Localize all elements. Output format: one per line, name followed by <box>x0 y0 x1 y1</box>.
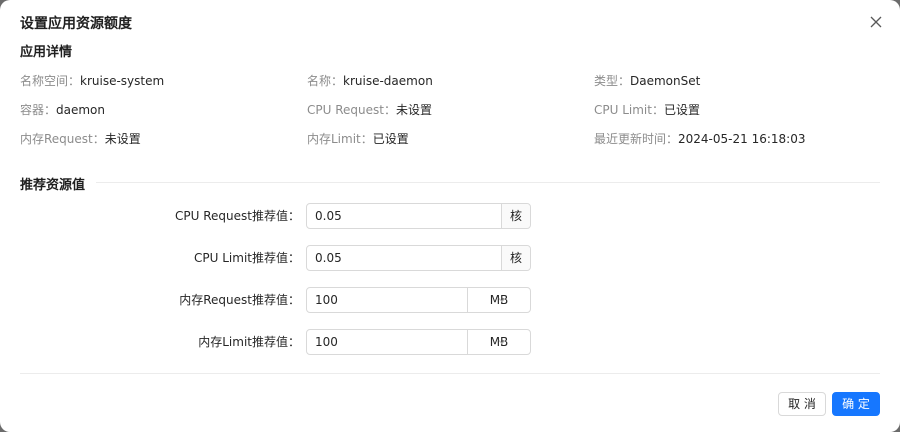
details-section-title: 应用详情 <box>20 45 73 60</box>
memory-limit-recommend-label: 内存Limit推荐值： <box>198 335 300 349</box>
namespace-label: 名称空间： <box>20 74 81 88</box>
footer-divider <box>20 373 880 374</box>
container-label: 容器： <box>20 103 57 117</box>
cpu-request-label: CPU Request： <box>307 103 396 117</box>
details-row: 容器：daemon CPU Request：未设置 CPU Limit：已设置 <box>20 101 880 130</box>
chevron-down-icon <box>498 298 506 303</box>
cancel-button[interactable]: 取 消 <box>778 392 826 416</box>
memory-request-form-row: 内存Request推荐值： MB <box>0 287 900 313</box>
memory-limit-info: 内存Limit：已设置 <box>307 130 409 148</box>
cpu-request-recommend-field: 核 <box>306 203 531 229</box>
dialog-title: 设置应用资源额度 <box>20 16 132 32</box>
cpu-limit-unit-addon: 核 <box>501 246 530 270</box>
type-info: 类型：DaemonSet <box>594 72 700 90</box>
details-grid: 名称空间：kruise-system 名称：kruise-daemon 类型：D… <box>20 72 880 159</box>
cpu-request-form-row: CPU Request推荐值： 核 <box>0 203 900 229</box>
chevron-down-icon <box>498 340 506 345</box>
section-divider <box>96 182 880 183</box>
cpu-limit-form-row: CPU Limit推荐值： 核 <box>0 245 900 271</box>
close-icon[interactable] <box>866 12 886 32</box>
last-updated-info: 最近更新时间：2024-05-21 16:18:03 <box>594 130 805 148</box>
details-row: 内存Request：未设置 内存Limit：已设置 最近更新时间：2024-05… <box>20 130 880 159</box>
name-label: 名称： <box>307 74 344 88</box>
memory-limit-recommend-field: MB <box>306 329 531 355</box>
memory-limit-unit-select[interactable]: MB <box>467 330 530 354</box>
memory-limit-label: 内存Limit： <box>307 132 373 146</box>
type-value: DaemonSet <box>630 74 701 88</box>
details-row: 名称空间：kruise-system 名称：kruise-daemon 类型：D… <box>20 72 880 101</box>
cpu-limit-recommend-field: 核 <box>306 245 531 271</box>
cpu-request-recommend-input[interactable] <box>307 204 501 228</box>
cpu-limit-recommend-label: CPU Limit推荐值： <box>194 251 300 265</box>
memory-request-recommend-label: 内存Request推荐值： <box>179 293 300 307</box>
name-value: kruise-daemon <box>343 74 433 88</box>
memory-request-recommend-input[interactable] <box>307 288 467 312</box>
memory-limit-recommend-input[interactable] <box>307 330 467 354</box>
cpu-request-value: 未设置 <box>395 103 432 117</box>
cpu-limit-label: CPU Limit： <box>594 103 664 117</box>
confirm-button[interactable]: 确 定 <box>832 392 880 416</box>
cpu-request-info: CPU Request：未设置 <box>307 101 432 119</box>
cpu-limit-recommend-input[interactable] <box>307 246 501 270</box>
last-updated-value: 2024-05-21 16:18:03 <box>678 132 806 146</box>
container-info: 容器：daemon <box>20 101 105 119</box>
cpu-request-unit-addon: 核 <box>501 204 530 228</box>
memory-limit-form-row: 内存Limit推荐值： MB <box>0 329 900 355</box>
cpu-request-recommend-label: CPU Request推荐值： <box>175 209 300 223</box>
last-updated-label: 最近更新时间： <box>594 132 679 146</box>
recommend-section-title: 推荐资源值 <box>20 178 86 193</box>
resource-quota-dialog: 设置应用资源额度 应用详情 名称空间：kruise-system 名称：krui… <box>0 0 900 432</box>
type-label: 类型： <box>594 74 631 88</box>
container-value: daemon <box>56 103 106 117</box>
memory-limit-value: 已设置 <box>372 132 409 146</box>
cpu-limit-info: CPU Limit：已设置 <box>594 101 700 119</box>
memory-request-value: 未设置 <box>104 132 141 146</box>
namespace-value: kruise-system <box>80 74 165 88</box>
memory-request-unit-select[interactable]: MB <box>467 288 530 312</box>
memory-request-info: 内存Request：未设置 <box>20 130 141 148</box>
namespace-info: 名称空间：kruise-system <box>20 72 164 90</box>
cpu-limit-value: 已设置 <box>663 103 700 117</box>
memory-request-label: 内存Request： <box>20 132 105 146</box>
memory-request-recommend-field: MB <box>306 287 531 313</box>
name-info: 名称：kruise-daemon <box>307 72 433 90</box>
